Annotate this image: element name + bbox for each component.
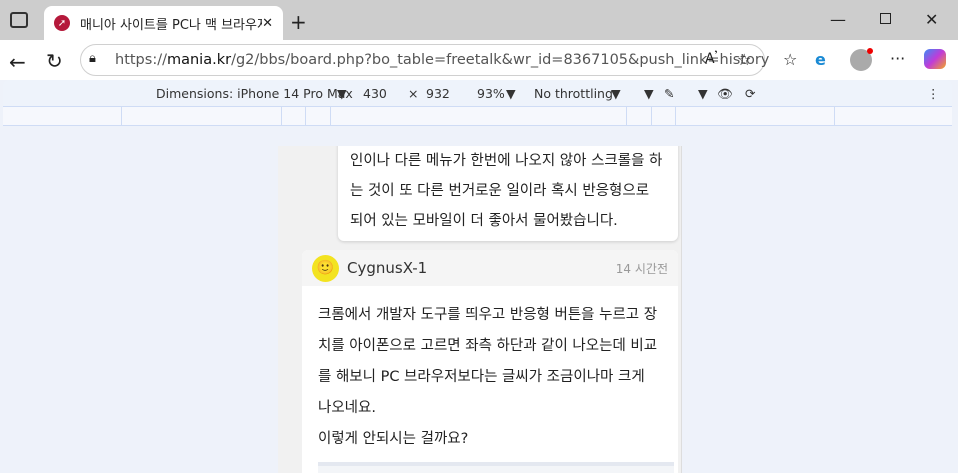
url-scheme: https:// — [115, 52, 167, 68]
zoom-dropdown-icon: ▼ — [506, 86, 516, 101]
comment-body: 크롬에서 개발자 도구를 띄우고 반응형 버튼을 누르고 장치를 아이폰으로 고… — [302, 286, 678, 469]
browser-tab[interactable]: ➚ 매니아 사이트를 PC나 맥 브라우저 ✕ — [44, 6, 283, 40]
url-domain: mania.kr — [166, 52, 232, 68]
ie-mode-icon[interactable]: e — [815, 50, 826, 69]
times-label: × — [408, 86, 419, 101]
throttling-dropdown-icon: ▼ — [611, 86, 621, 101]
comment-text: 크롬에서 개발자 도구를 띄우고 반응형 버튼을 누르고 장치를 아이폰으로 고… — [318, 307, 658, 416]
comment-card: 🙂 CygnusX-1 14 시간전 크롬에서 개발자 도구를 띄우고 반응형 … — [302, 250, 678, 473]
throttling-select[interactable]: No throttling — [534, 86, 613, 101]
device-dropdown-icon[interactable]: ▼ — [337, 86, 347, 101]
refresh-icon[interactable]: ↻ — [46, 49, 63, 73]
url-input[interactable]: 🔒︎ https://mania.kr/g2/bbs/board.php?bo_… — [80, 44, 769, 76]
width-input[interactable]: 430 — [363, 86, 387, 101]
comment-header: 🙂 CygnusX-1 14 시간전 — [302, 250, 678, 286]
vision-dropdown-icon[interactable]: ▼ — [698, 86, 708, 101]
close-window-icon[interactable]: ✕ — [925, 10, 938, 29]
copilot-icon[interactable] — [924, 49, 946, 69]
tab-actions-icon[interactable] — [10, 12, 28, 28]
rotate-icon[interactable]: ⟳ — [745, 86, 755, 101]
read-aloud-icon[interactable]: A𝄒 — [705, 51, 717, 67]
new-tab-icon[interactable]: + — [290, 10, 307, 34]
attached-screenshot-image[interactable] — [318, 462, 674, 473]
emulated-page: 인이나 다른 메뉴가 한번에 나오지 않아 스크롤을 하는 것이 또 다른 번거… — [278, 146, 681, 473]
device-toolbar: Dimensions: iPhone 14 Pro Max ▼ 430 × 93… — [3, 80, 952, 106]
height-input[interactable]: 932 — [426, 86, 450, 101]
more-icon[interactable]: ··· — [890, 49, 905, 68]
favorites-icon[interactable]: ☆ — [783, 50, 797, 69]
eyedropper-icon[interactable]: ✎ — [664, 86, 674, 101]
back-icon[interactable]: ← — [9, 50, 26, 74]
tab-title: 매니아 사이트를 PC나 맥 브라우저 — [80, 17, 263, 33]
avatar[interactable]: 🙂 — [312, 254, 339, 282]
quote-text: 인이나 다른 메뉴가 한번에 나오지 않아 스크롤을 하는 것이 또 다른 번거… — [350, 153, 663, 229]
maximize-icon[interactable] — [880, 13, 891, 24]
notification-dot — [867, 48, 873, 54]
minimize-icon[interactable]: — — [830, 10, 846, 29]
mania-favicon-icon: ➚ — [54, 15, 70, 31]
comment-author[interactable]: CygnusX-1 — [347, 259, 616, 277]
page-edge — [681, 146, 682, 473]
lock-icon: 🔒︎ — [89, 51, 96, 66]
add-favorite-icon[interactable]: ☆ — [737, 50, 751, 69]
eye-icon[interactable]: 👁︎ — [717, 86, 733, 102]
close-tab-icon[interactable]: ✕ — [262, 16, 273, 31]
quoted-post: 인이나 다른 메뉴가 한번에 나오지 않아 스크롤을 하는 것이 또 다른 번거… — [338, 146, 678, 241]
zoom-select[interactable]: 93% — [477, 86, 505, 101]
media-query-ruler — [3, 106, 952, 126]
tab-strip: ➚ 매니아 사이트를 PC나 맥 브라우저 ✕ + — ✕ — [0, 0, 958, 40]
comment-time: 14 시간전 — [615, 261, 668, 276]
device-select[interactable]: Dimensions: iPhone 14 Pro Max — [156, 86, 353, 101]
more-options-dropdown-icon[interactable]: ▼ — [644, 86, 654, 101]
url-path: /g2/bbs/board.php?bo_table=freetalk&wr_i… — [231, 52, 770, 68]
comment-text-2: 이렇게 안되시는 걸까요? — [318, 431, 469, 447]
kebab-menu-icon[interactable]: ⋮ — [927, 86, 940, 101]
